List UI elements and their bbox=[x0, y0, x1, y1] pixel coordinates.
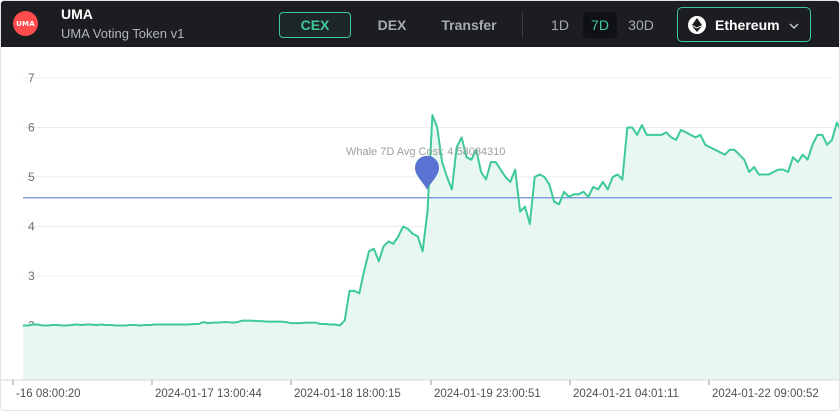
token-symbol: UMA bbox=[61, 6, 93, 22]
ethereum-icon bbox=[688, 16, 706, 34]
tab-transfer[interactable]: Transfer bbox=[433, 12, 505, 38]
uma-logo-icon: UMA bbox=[13, 11, 38, 36]
x-tick-label-3: 2024-01-19 23:00:51 bbox=[434, 388, 541, 400]
token-name: UMA Voting Token v1 bbox=[61, 26, 185, 41]
whale-cost-widget: UMA UMA UMA Voting Token v1 CEX DEX Tran… bbox=[0, 0, 840, 411]
chain-select[interactable]: Ethereum bbox=[677, 7, 811, 42]
x-tick-label-2: 2024-01-18 18:00:15 bbox=[294, 388, 401, 400]
chevron-down-icon bbox=[788, 19, 800, 31]
y-tick-label-6: 6 bbox=[28, 120, 35, 134]
chain-label: Ethereum bbox=[715, 17, 780, 33]
range-30d-button[interactable]: 30D bbox=[623, 12, 659, 38]
price-chart-svg: 1234567Whale 7D Avg Cost: 4.58084310-16 … bbox=[1, 71, 839, 400]
y-tick-label-7: 7 bbox=[28, 71, 35, 85]
price-chart[interactable]: 1234567Whale 7D Avg Cost: 4.58084310-16 … bbox=[1, 47, 839, 410]
header-bar: UMA UMA UMA Voting Token v1 CEX DEX Tran… bbox=[1, 1, 839, 47]
y-tick-label-4: 4 bbox=[28, 220, 35, 234]
tab-dex[interactable]: DEX bbox=[367, 12, 417, 38]
y-tick-label-5: 5 bbox=[28, 170, 35, 184]
x-tick-label-4: 2024-01-21 04:01:11 bbox=[573, 388, 679, 400]
header-divider bbox=[522, 12, 523, 38]
range-1d-button[interactable]: 1D bbox=[545, 12, 575, 38]
x-tick-label-5: 2024-01-22 09:00:52 bbox=[712, 388, 819, 400]
x-tick-label-0: -16 08:00:20 bbox=[16, 388, 81, 400]
tab-cex[interactable]: CEX bbox=[279, 12, 351, 38]
x-tick-label-1: 2024-01-17 13:00:44 bbox=[155, 388, 262, 400]
y-tick-label-3: 3 bbox=[28, 269, 35, 283]
range-7d-button[interactable]: 7D bbox=[583, 12, 617, 38]
